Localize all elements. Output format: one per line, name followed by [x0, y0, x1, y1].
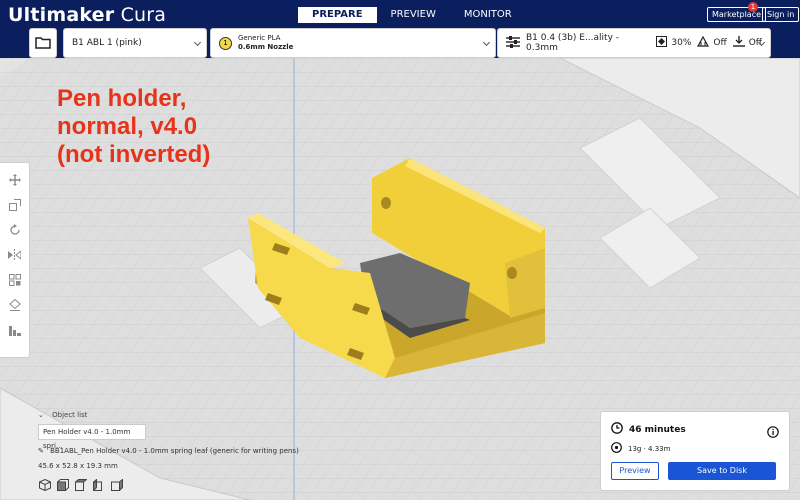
- per-model-settings-icon[interactable]: [5, 267, 25, 292]
- tool-rail: [0, 162, 30, 358]
- cube-left-view-icon[interactable]: [92, 478, 106, 492]
- object-file-name: ✎ BB1ABL_Pen Holder v4.0 - 1.0mm spring …: [38, 447, 299, 455]
- object-dimensions: 45.6 x 52.8 x 19.3 mm: [38, 462, 118, 470]
- nozzle-size: 0.6mm Nozzle: [238, 43, 294, 51]
- printer-selector[interactable]: B1 ABL 1 (pink): [63, 28, 207, 58]
- settings-sliders-icon: [506, 35, 520, 51]
- preview-button[interactable]: Preview: [611, 462, 659, 480]
- chevron-down-icon: [193, 38, 202, 47]
- profile-name: B1 0.4 (3b) E...ality - 0.3mm: [526, 33, 620, 53]
- open-file-button[interactable]: [29, 28, 57, 58]
- camera-view-buttons: [38, 478, 124, 492]
- cube-right-view-icon[interactable]: [110, 478, 124, 492]
- material-selector[interactable]: 1 Generic PLA 0.6mm Nozzle: [210, 28, 496, 58]
- chevron-down-icon: ⌄: [38, 411, 44, 419]
- spool-icon: [611, 442, 622, 455]
- infill-value: 30%: [671, 38, 692, 48]
- clock-icon: [611, 422, 623, 437]
- move-icon[interactable]: [5, 167, 25, 192]
- app-logo: Ultimaker Cura: [8, 4, 167, 26]
- layer-bars-icon[interactable]: [5, 317, 25, 342]
- scale-icon[interactable]: [5, 192, 25, 217]
- info-icon[interactable]: [767, 423, 779, 442]
- support-blocker-icon[interactable]: [5, 292, 25, 317]
- tab-prepare[interactable]: PREPARE: [298, 7, 377, 23]
- signin-button[interactable]: Sign in: [762, 7, 800, 22]
- rotate-icon[interactable]: [5, 217, 25, 242]
- stage-tabs: PREPARE PREVIEW MONITOR: [298, 7, 526, 23]
- cube-3d-view-icon[interactable]: [38, 478, 52, 492]
- cube-top-view-icon[interactable]: [74, 478, 88, 492]
- object-list-toggle[interactable]: ⌄ Object list: [38, 411, 87, 419]
- save-to-disk-button[interactable]: Save to Disk: [668, 462, 776, 480]
- support-icon: [697, 35, 710, 50]
- support-value: Off: [713, 38, 727, 48]
- chevron-down-icon: [482, 38, 491, 47]
- print-time-row: 46 minutes: [611, 422, 686, 437]
- cube-front-view-icon[interactable]: [56, 478, 70, 492]
- material-usage-row: 13g · 4.33m: [611, 442, 670, 455]
- tab-preview[interactable]: PREVIEW: [377, 7, 450, 23]
- tab-monitor[interactable]: MONITOR: [450, 7, 526, 23]
- annotation-note: Pen holder, normal, v4.0 (not inverted): [57, 85, 211, 168]
- material-name: Generic PLA: [238, 34, 281, 42]
- mirror-icon[interactable]: [5, 242, 25, 267]
- adhesion-icon: [732, 36, 745, 50]
- print-settings-selector[interactable]: B1 0.4 (3b) E...ality - 0.3mm 30% Off Of…: [497, 28, 771, 58]
- material-usage: 13g · 4.33m: [628, 444, 671, 453]
- printer-name: B1 ABL 1 (pink): [72, 38, 142, 48]
- folder-icon: [35, 34, 51, 53]
- print-time: 46 minutes: [629, 424, 686, 435]
- extruder-icon: 1: [219, 36, 232, 50]
- edit-pencil-icon[interactable]: ✎: [38, 447, 44, 455]
- print-action-panel: 46 minutes 13g · 4.33m Preview Save to D…: [600, 411, 790, 491]
- object-list-item[interactable]: Pen Holder v4.0 - 1.0mm spri...: [38, 424, 146, 450]
- marketplace-badge: 1: [748, 2, 758, 12]
- infill-icon: [656, 36, 668, 50]
